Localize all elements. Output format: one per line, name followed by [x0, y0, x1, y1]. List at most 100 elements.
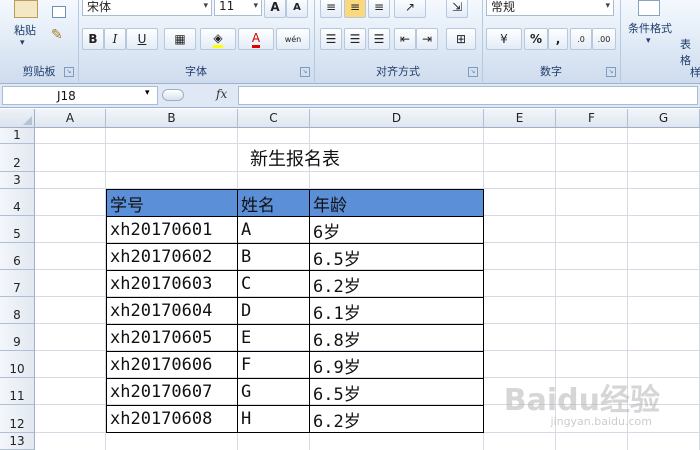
bold-button[interactable]: B	[82, 28, 104, 50]
row-header-9[interactable]: 9	[0, 324, 35, 351]
clipboard-group: 粘贴 ▾ ✎ 剪贴板 ↘	[0, 0, 79, 82]
orientation-button[interactable]: ↗	[394, 0, 426, 18]
number-launcher-icon[interactable]: ↘	[606, 67, 616, 77]
row-header-5[interactable]: 5	[0, 216, 35, 243]
table-cell[interactable]: xh20170601	[106, 216, 238, 244]
row-header-2[interactable]: 2	[0, 144, 35, 172]
conditional-format-button[interactable]: 条件格式	[628, 20, 672, 36]
row-header-11[interactable]: 11	[0, 378, 35, 405]
number-group-label: 数字	[540, 65, 562, 78]
table-cell[interactable]: F	[237, 351, 310, 379]
chevron-down-icon[interactable]: ▾	[145, 88, 150, 98]
column-header-f[interactable]: F	[556, 109, 628, 128]
column-header-d[interactable]: D	[310, 109, 484, 128]
font-size-value: 11	[219, 0, 235, 13]
table-cell[interactable]: 6.2岁	[309, 405, 484, 433]
table-cell[interactable]: xh20170604	[106, 297, 238, 325]
copy-icon[interactable]	[52, 6, 66, 18]
align-right-button[interactable]: ☰	[368, 28, 390, 50]
increase-indent-button[interactable]: ⇥	[416, 28, 438, 50]
chevron-down-icon[interactable]: ▾	[646, 36, 651, 46]
row-header-4[interactable]: 4	[0, 189, 35, 216]
percent-button[interactable]: %	[524, 28, 548, 50]
row-header-10[interactable]: 10	[0, 351, 35, 378]
sheet-title[interactable]: 新生报名表	[106, 144, 484, 172]
paste-dropdown-icon[interactable]: ▾	[20, 38, 25, 48]
formula-input[interactable]	[238, 86, 698, 105]
table-cell[interactable]: G	[237, 378, 310, 406]
font-name-select[interactable]: 宋体 ▾	[82, 0, 212, 16]
format-painter-icon[interactable]: ✎	[51, 27, 63, 43]
align-middle-button[interactable]: ≡	[344, 0, 366, 18]
paste-button[interactable]: 粘贴	[14, 22, 36, 38]
align-left-button[interactable]: ☰	[320, 28, 342, 50]
styles-group-label: 样	[690, 66, 700, 79]
table-cell[interactable]: C	[237, 270, 310, 298]
row-header-3[interactable]: 3	[0, 172, 35, 189]
border-icon: ▦	[174, 32, 186, 46]
align-center-button[interactable]: ☰	[344, 28, 366, 50]
italic-button[interactable]: I	[104, 28, 126, 50]
accounting-format-button[interactable]: ¥	[486, 28, 522, 50]
select-all-button[interactable]	[0, 109, 35, 128]
fill-color-button[interactable]: ◈	[200, 28, 236, 50]
table-cell[interactable]: 6.5岁	[309, 243, 484, 271]
table-cell[interactable]: 6.2岁	[309, 270, 484, 298]
row-header-13[interactable]: 13	[0, 433, 35, 450]
comma-style-button[interactable]: ,	[548, 28, 568, 50]
table-cell[interactable]: A	[237, 216, 310, 244]
grow-font-button[interactable]: A	[264, 0, 286, 18]
table-cell[interactable]: xh20170605	[106, 324, 238, 352]
table-header-age[interactable]: 年龄	[309, 189, 484, 217]
number-format-select[interactable]: 常规 ▾	[486, 0, 614, 16]
font-group-label: 字体	[185, 65, 207, 78]
merge-center-button[interactable]: ⊞	[446, 28, 476, 50]
wrap-text-button[interactable]: ⇲	[446, 0, 468, 18]
align-bottom-button[interactable]: ≡	[368, 0, 390, 18]
decrease-decimal-button[interactable]: .00	[592, 28, 616, 50]
row-header-7[interactable]: 7	[0, 270, 35, 297]
column-header-a[interactable]: A	[35, 109, 106, 128]
decrease-indent-button[interactable]: ⇤	[394, 28, 416, 50]
fill-bucket-icon: ◈	[213, 31, 223, 48]
table-cell[interactable]: 6.9岁	[309, 351, 484, 379]
table-cell[interactable]: xh20170603	[106, 270, 238, 298]
column-header-c[interactable]: C	[238, 109, 310, 128]
table-cell[interactable]: 6.1岁	[309, 297, 484, 325]
row-header-8[interactable]: 8	[0, 297, 35, 324]
insert-function-button[interactable]: fx	[216, 87, 227, 101]
table-cell[interactable]: 6.5岁	[309, 378, 484, 406]
table-cell[interactable]: 6.8岁	[309, 324, 484, 352]
table-cell[interactable]: D	[237, 297, 310, 325]
font-size-select[interactable]: 11 ▾	[214, 0, 262, 16]
font-launcher-icon[interactable]: ↘	[300, 67, 310, 77]
table-cell[interactable]: xh20170608	[106, 405, 238, 433]
underline-button[interactable]: U	[126, 28, 158, 50]
font-color-button[interactable]: A	[238, 28, 274, 50]
column-header-g[interactable]: G	[628, 109, 700, 128]
row-header-12[interactable]: 12	[0, 405, 35, 433]
increase-decimal-button[interactable]: .0	[570, 28, 592, 50]
row-header-1[interactable]: 1	[0, 128, 35, 144]
conditional-format-icon[interactable]	[638, 0, 660, 16]
table-cell[interactable]: B	[237, 243, 310, 271]
align-top-button[interactable]: ≡	[320, 0, 342, 18]
phonetic-button[interactable]: wén	[276, 28, 310, 50]
table-cell[interactable]: H	[237, 405, 310, 433]
table-cell[interactable]: E	[237, 324, 310, 352]
paste-icon[interactable]	[14, 0, 38, 18]
row-header-6[interactable]: 6	[0, 243, 35, 270]
column-header-b[interactable]: B	[106, 109, 238, 128]
shrink-font-button[interactable]: A	[286, 0, 308, 18]
table-cell[interactable]: 6岁	[309, 216, 484, 244]
border-button[interactable]: ▦	[164, 28, 196, 50]
table-header-student-id[interactable]: 学号	[106, 189, 238, 217]
column-header-e[interactable]: E	[484, 109, 556, 128]
name-box[interactable]: J18	[2, 86, 158, 105]
table-cell[interactable]: xh20170602	[106, 243, 238, 271]
table-header-name[interactable]: 姓名	[237, 189, 310, 217]
table-cell[interactable]: xh20170606	[106, 351, 238, 379]
clipboard-launcher-icon[interactable]: ↘	[64, 67, 74, 77]
table-cell[interactable]: xh20170607	[106, 378, 238, 406]
alignment-launcher-icon[interactable]: ↘	[468, 67, 478, 77]
